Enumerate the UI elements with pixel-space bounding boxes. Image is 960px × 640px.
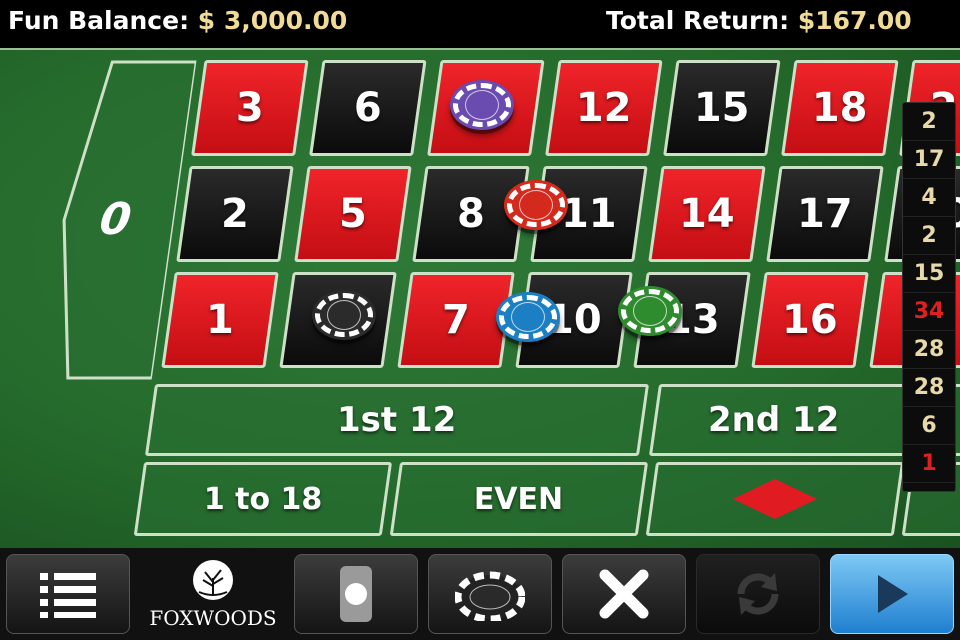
history-number: 28 <box>903 331 955 369</box>
number-cell-14[interactable]: 14 <box>648 166 766 262</box>
number-cell-6[interactable]: 6 <box>309 60 427 156</box>
clear-x-icon <box>599 569 649 619</box>
total-return-value: $167.00 <box>797 6 912 35</box>
number-label: 6 <box>353 85 382 131</box>
number-cell-15[interactable]: 15 <box>663 60 781 156</box>
number-label: 18 <box>811 85 868 131</box>
number-label: 14 <box>679 191 735 237</box>
chip-icon <box>455 571 525 621</box>
spin-button[interactable] <box>830 554 954 634</box>
chip-button[interactable] <box>428 554 552 634</box>
second-dozen-label: 2nd 12 <box>708 400 840 440</box>
bottom-toolbar: FOXWOODS <box>0 548 960 640</box>
recent-numbers-panel: 2 17 4 2 15 34 28 28 6 1 <box>902 102 956 492</box>
bet-chip[interactable] <box>450 80 514 130</box>
history-number: 2 <box>903 217 955 255</box>
number-label: 11 <box>561 191 617 237</box>
history-number: 2 <box>903 103 955 141</box>
bet-chip[interactable] <box>618 286 682 336</box>
history-number: 15 <box>903 255 955 293</box>
status-bar: Fun Balance: $ 3,000.00 Total Return: $1… <box>0 0 960 48</box>
number-label: 17 <box>797 191 853 237</box>
foxwoods-logo: FOXWOODS <box>138 556 288 636</box>
play-icon <box>878 575 908 613</box>
red-diamond-icon <box>732 479 817 519</box>
number-cell-16[interactable]: 16 <box>751 272 869 368</box>
total-return-label: Total Return: <box>606 6 790 35</box>
logo-wordmark: FOXWOODS <box>149 606 277 630</box>
first-dozen-bet[interactable]: 1st 12 <box>144 384 650 456</box>
fun-balance-label: Fun Balance: <box>8 6 190 35</box>
even-bet[interactable]: EVEN <box>389 462 649 536</box>
tree-emblem-icon <box>193 560 233 600</box>
bet-chip[interactable] <box>496 292 560 342</box>
bet-chip[interactable] <box>504 180 568 230</box>
history-number: 28 <box>903 369 955 407</box>
number-cell-5[interactable]: 5 <box>294 166 412 262</box>
red-bet[interactable] <box>645 462 905 536</box>
clear-bets-button[interactable] <box>562 554 686 634</box>
number-label: 2 <box>221 191 249 237</box>
history-number: 1 <box>903 445 955 483</box>
number-cell-12[interactable]: 12 <box>545 60 663 156</box>
total-return: Total Return: $167.00 <box>606 6 912 35</box>
bet-chip[interactable] <box>312 290 376 340</box>
rebet-button[interactable] <box>696 554 820 634</box>
low-bet-label: 1 to 18 <box>203 481 323 517</box>
menu-button[interactable] <box>6 554 130 634</box>
first-dozen-label: 1st 12 <box>337 400 457 440</box>
low-1-to-18-bet[interactable]: 1 to 18 <box>133 462 393 536</box>
number-cell-2[interactable]: 2 <box>176 166 294 262</box>
number-cell-3[interactable]: 3 <box>191 60 309 156</box>
number-label: 8 <box>457 191 485 237</box>
history-number: 6 <box>903 407 955 445</box>
number-label: 16 <box>782 297 838 343</box>
fun-balance: Fun Balance: $ 3,000.00 <box>8 6 347 35</box>
number-label: 1 <box>206 297 234 343</box>
history-number: 34 <box>903 293 955 331</box>
fun-balance-value: $ 3,000.00 <box>197 6 348 35</box>
menu-list-icon <box>40 573 96 618</box>
number-cell-1[interactable]: 1 <box>161 272 279 368</box>
rebet-arrows-icon <box>737 573 779 615</box>
number-label: 3 <box>235 85 264 131</box>
number-label: 7 <box>442 297 470 343</box>
number-cell-17[interactable]: 17 <box>766 166 884 262</box>
chip-selector-icon <box>340 566 372 622</box>
number-label: 5 <box>339 191 367 237</box>
history-number: 4 <box>903 179 955 217</box>
number-cell-18[interactable]: 18 <box>781 60 899 156</box>
table-top-edge <box>0 48 960 50</box>
even-bet-label: EVEN <box>474 481 564 517</box>
number-label: 12 <box>575 85 632 131</box>
roulette-table: 0 369121518212581114172014710131619 1st … <box>0 48 960 548</box>
history-number: 17 <box>903 141 955 179</box>
number-label: 15 <box>693 85 750 131</box>
chip-value-button[interactable] <box>294 554 418 634</box>
